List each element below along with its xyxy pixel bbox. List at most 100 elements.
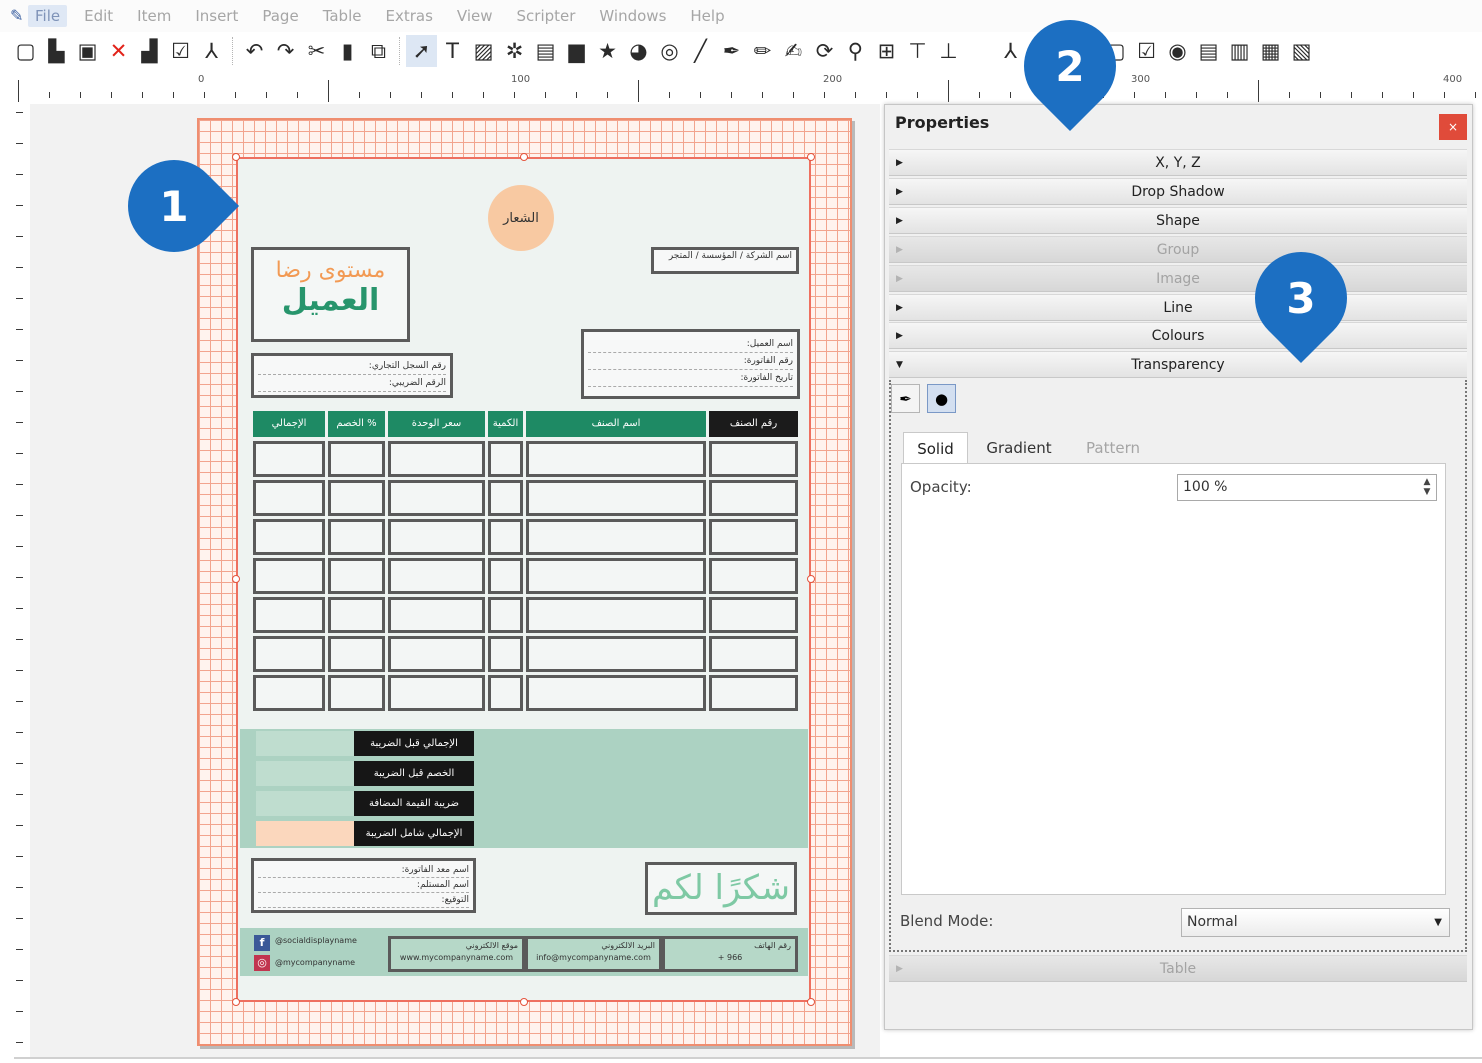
phone-cell[interactable]: رقم الهاتف + 966 — [662, 936, 798, 972]
table-cell[interactable] — [253, 441, 325, 477]
table-icon[interactable]: ▤ — [530, 35, 561, 67]
table-cell[interactable] — [328, 558, 385, 594]
menu-windows[interactable]: Windows — [592, 5, 673, 27]
table-cell[interactable] — [526, 441, 706, 477]
document-title-box[interactable]: مستوى رضا العميل — [251, 247, 410, 342]
table-cell[interactable] — [253, 558, 325, 594]
menu-extras[interactable]: Extras — [378, 5, 439, 27]
link-frames-icon[interactable]: ⊤ — [902, 35, 933, 67]
render-frame-icon[interactable]: ✲ — [499, 35, 530, 67]
invoice-table[interactable]: الإجمالي الخصم % سعر الوحدة الكمية اسم ا… — [253, 411, 798, 713]
table-cell[interactable] — [253, 519, 325, 555]
selection-handle[interactable] — [232, 998, 240, 1006]
table-cell[interactable] — [488, 519, 523, 555]
tab-solid[interactable]: Solid — [903, 432, 968, 464]
print-icon[interactable]: ▟ — [134, 35, 165, 67]
table-cell[interactable] — [488, 480, 523, 516]
menu-help[interactable]: Help — [683, 5, 731, 27]
table-cell[interactable] — [709, 597, 798, 633]
total-value-cell[interactable] — [256, 761, 354, 786]
selection-handle[interactable] — [807, 575, 815, 583]
email-cell[interactable]: البريد الالكتروني info@mycompanyname.com — [525, 936, 662, 972]
section-drop-shadow[interactable]: ▶ Drop Shadow — [889, 178, 1467, 205]
menu-table[interactable]: Table — [316, 5, 369, 27]
table-cell[interactable] — [488, 636, 523, 672]
total-value-cell[interactable] — [256, 791, 354, 816]
menu-view[interactable]: View — [450, 5, 500, 27]
table-cell[interactable] — [388, 597, 485, 633]
pdf-annotation-icon[interactable]: ▧ — [1286, 35, 1317, 67]
table-cell[interactable] — [488, 558, 523, 594]
new-document-icon[interactable]: ▢ — [10, 35, 41, 67]
section-shape[interactable]: ▶ Shape — [889, 207, 1467, 234]
table-cell[interactable] — [709, 480, 798, 516]
pdf-combo-box-icon[interactable]: ▥ — [1224, 35, 1255, 67]
table-cell[interactable] — [388, 675, 485, 711]
menu-insert[interactable]: Insert — [188, 5, 245, 27]
table-cell[interactable] — [488, 441, 523, 477]
table-cell[interactable] — [328, 636, 385, 672]
thanks-box[interactable]: شكرًا لكم — [645, 862, 797, 915]
table-cell[interactable] — [253, 480, 325, 516]
table-cell[interactable] — [253, 675, 325, 711]
table-cell[interactable] — [526, 558, 706, 594]
edit-text-icon[interactable]: ⊞ — [871, 35, 902, 67]
line-icon[interactable]: ╱ — [685, 35, 716, 67]
shape-icon[interactable]: ▆ — [561, 35, 592, 67]
polygon-icon[interactable]: ★ — [592, 35, 623, 67]
redo-icon[interactable]: ↷ — [270, 35, 301, 67]
select-icon[interactable]: ➚ — [406, 35, 437, 67]
logo-placeholder[interactable]: الشعار — [488, 185, 554, 251]
spin-arrows-icon[interactable]: ▲ ▼ — [1421, 477, 1433, 498]
table-cell[interactable] — [488, 597, 523, 633]
section-xyz[interactable]: ▶ X, Y, Z — [889, 149, 1467, 176]
table-cell[interactable] — [709, 675, 798, 711]
table-cell[interactable] — [253, 636, 325, 672]
table-cell[interactable] — [328, 597, 385, 633]
table-cell[interactable] — [388, 558, 485, 594]
table-cell[interactable] — [709, 636, 798, 672]
menu-edit[interactable]: Edit — [77, 5, 120, 27]
table-cell[interactable] — [388, 519, 485, 555]
customer-info-box[interactable]: اسم العميل: رقم الفاتورة: تاريخ الفاتورة… — [581, 329, 800, 399]
zoom-icon[interactable]: ⚲ — [840, 35, 871, 67]
grand-total-value-cell[interactable] — [256, 821, 354, 846]
selection-handle[interactable] — [807, 998, 815, 1006]
table-cell[interactable] — [328, 675, 385, 711]
selection-handle[interactable] — [520, 153, 528, 161]
horizontal-ruler[interactable]: 0 100 200 300 400 — [0, 72, 1482, 104]
save-icon[interactable]: ▣ — [72, 35, 103, 67]
hidden-under-callout-icon[interactable] — [964, 35, 995, 67]
menu-scripter[interactable]: Scripter — [510, 5, 583, 27]
fill-mode-button[interactable]: ● — [927, 384, 956, 413]
tab-gradient[interactable]: Gradient — [975, 432, 1063, 464]
copy-icon[interactable]: ▮ — [332, 35, 363, 67]
menu-item[interactable]: Item — [130, 5, 178, 27]
undo-icon[interactable]: ↶ — [239, 35, 270, 67]
bezier-icon[interactable]: ✒ — [716, 35, 747, 67]
paste-icon[interactable]: ⧉ — [363, 35, 394, 67]
section-line[interactable]: ▶ Line — [889, 294, 1467, 321]
blend-mode-select[interactable]: Normal ▼ — [1181, 908, 1450, 937]
table-cell[interactable] — [388, 636, 485, 672]
total-value-cell[interactable] — [256, 731, 354, 756]
menu-page[interactable]: Page — [255, 5, 305, 27]
company-name-box[interactable]: اسم الشركة / المؤسسة / المتجر — [651, 247, 799, 274]
close-icon[interactable]: ✕ — [103, 35, 134, 67]
table-cell[interactable] — [526, 636, 706, 672]
selection-handle[interactable] — [520, 998, 528, 1006]
menu-file[interactable]: File — [28, 5, 68, 27]
table-cell[interactable] — [328, 480, 385, 516]
section-transparency[interactable]: ▼ Transparency — [889, 351, 1467, 378]
table-cell[interactable] — [488, 675, 523, 711]
vertical-ruler[interactable] — [0, 104, 30, 1059]
pdf-radio-icon[interactable]: ◉ — [1162, 35, 1193, 67]
spiral-icon[interactable]: ◎ — [654, 35, 685, 67]
website-cell[interactable]: موقع الالكتروني www.mycompanyname.com — [388, 936, 525, 972]
table-cell[interactable] — [709, 558, 798, 594]
registration-box[interactable]: رقم السجل التجاري: الرقم الضريبي: — [251, 353, 453, 398]
table-cell[interactable] — [388, 480, 485, 516]
stroke-mode-button[interactable]: ✒ — [891, 384, 920, 413]
table-cell[interactable] — [709, 441, 798, 477]
unlink-frames-icon[interactable]: ⊥ — [933, 35, 964, 67]
